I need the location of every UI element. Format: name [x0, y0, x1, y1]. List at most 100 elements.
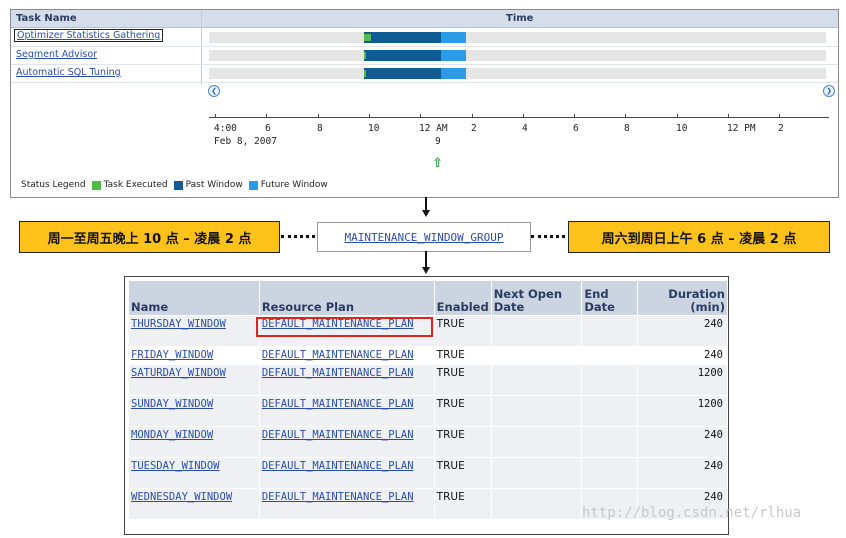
duration-cell: 240	[637, 315, 728, 347]
time-axis	[209, 117, 829, 118]
axis-tick	[523, 114, 524, 118]
task-row: Optimizer Statistics Gathering	[11, 28, 838, 47]
axis-tick-label: 6	[573, 123, 579, 134]
axis-tick	[677, 114, 678, 118]
windows-table-panel: Name Resource Plan Enabled Next Open Dat…	[124, 276, 729, 535]
end-date-cell	[581, 457, 639, 489]
next-open-date-cell	[490, 364, 583, 396]
axis-tick-label: 4	[522, 123, 528, 134]
col-duration-header: Duration (min)	[637, 280, 728, 316]
past-window-bar	[364, 68, 441, 79]
duration-cell: 240	[637, 346, 728, 365]
task-link[interactable]: Optimizer Statistics Gathering	[14, 29, 164, 42]
enabled-cell: TRUE	[433, 426, 492, 458]
legend-swatch	[91, 180, 101, 190]
task-timeline-panel: Task Name Time Optimizer Statistics Gath…	[10, 9, 839, 198]
next-open-date-cell	[490, 395, 583, 427]
table-row: SUNDAY_WINDOW DEFAULT_MAINTENANCE_PLAN TRU…	[128, 395, 728, 427]
next-open-date-cell	[490, 315, 583, 347]
task-executed-bar	[364, 34, 371, 41]
axis-tick-label: 10	[676, 123, 688, 134]
watermark: http://blog.csdn.net/rlhua	[582, 505, 802, 521]
end-date-cell	[581, 364, 639, 396]
future-window-bar	[441, 32, 466, 43]
legend-title: Status Legend	[21, 180, 86, 190]
window-name-link[interactable]: THURSDAY_WINDOW	[128, 315, 260, 347]
next-open-date-cell	[490, 488, 583, 520]
axis-tick-label: 8	[624, 123, 630, 134]
arrow-down-icon	[422, 267, 430, 274]
task-timeline-track	[209, 68, 826, 79]
task-timeline-track	[209, 32, 826, 43]
axis-tick-label: 8	[317, 123, 323, 134]
next-open-date-cell	[490, 457, 583, 489]
legend-label: Task Executed	[103, 180, 168, 190]
axis-tick	[728, 114, 729, 118]
task-name-header: Task Name	[16, 13, 77, 24]
window-name-link[interactable]: WEDNESDAY_WINDOW	[128, 488, 260, 520]
task-link[interactable]: Automatic SQL Tuning	[16, 67, 121, 78]
window-group-link[interactable]: MAINTENANCE_WINDOW_GROUP	[345, 231, 504, 244]
time-header: Time	[506, 13, 534, 24]
axis-tick	[420, 114, 421, 118]
table-row: TUESDAY_WINDOW DEFAULT_MAINTENANCE_PLAN TR…	[128, 457, 728, 489]
window-group-box: MAINTENANCE_WINDOW_GROUP	[317, 222, 531, 252]
duration-cell: 1200	[637, 395, 728, 427]
resource-plan-link[interactable]: DEFAULT_MAINTENANCE_PLAN	[258, 364, 435, 396]
axis-tick	[215, 114, 216, 118]
arrow-down-icon	[422, 210, 430, 217]
enabled-cell: TRUE	[433, 364, 492, 396]
axis-tick	[266, 114, 267, 118]
axis-tick	[625, 114, 626, 118]
table-row: MONDAY_WINDOW DEFAULT_MAINTENANCE_PLAN TRU…	[128, 426, 728, 458]
connector-top	[425, 197, 427, 210]
axis-tick-label: 12 AM	[419, 123, 448, 134]
axis-tick-label: 10	[368, 123, 380, 134]
task-timeline-track	[209, 50, 826, 61]
table-row: FRIDAY_WINDOW DEFAULT_MAINTENANCE_PLAN TRU…	[128, 346, 728, 365]
enabled-cell: TRUE	[433, 346, 492, 365]
task-link[interactable]: Segment Advisor	[16, 49, 97, 60]
window-name-link[interactable]: SATURDAY_WINDOW	[128, 364, 260, 396]
window-name-link[interactable]: TUESDAY_WINDOW	[128, 457, 260, 489]
col-enabled-header: Enabled	[433, 280, 492, 316]
connector-bottom	[425, 251, 427, 267]
future-window-bar	[441, 68, 466, 79]
axis-tick	[574, 114, 575, 118]
end-date-cell	[581, 346, 639, 365]
window-name-link[interactable]: SUNDAY_WINDOW	[128, 395, 260, 427]
timeline-header: Task Name Time	[11, 10, 838, 28]
col-plan-header: Resource Plan	[258, 280, 435, 316]
axis-tick-sublabel: 9	[435, 136, 441, 147]
axis-tick-sublabel: Feb 8, 2007	[214, 136, 277, 147]
axis-tick-label: 6	[265, 123, 271, 134]
windows-table-body: THURSDAY_WINDOW DEFAULT_MAINTENANCE_PLAN T…	[128, 315, 728, 520]
resource-plan-link[interactable]: DEFAULT_MAINTENANCE_PLAN	[258, 457, 435, 489]
dotted-connector-right	[531, 235, 565, 238]
past-window-bar	[364, 32, 441, 43]
scroll-right-icon[interactable]: ❯	[823, 85, 835, 97]
axis-tick-label: 4:00	[214, 123, 237, 134]
task-executed-bar	[364, 70, 366, 77]
current-time-arrow-icon: ⇧	[432, 156, 443, 171]
col-next-open-header: Next Open Date	[490, 280, 583, 316]
windows-table: Name Resource Plan Enabled Next Open Dat…	[128, 280, 728, 520]
enabled-cell: TRUE	[433, 395, 492, 427]
status-legend: Status Legend Task Executed Past Window Fu…	[21, 180, 328, 190]
weekday-window-label: 周一至周五晚上 10 点 – 凌晨 2 点	[19, 221, 280, 253]
task-row: Segment Advisor	[11, 46, 838, 65]
col-name-header: Name	[128, 280, 260, 316]
resource-plan-link[interactable]: DEFAULT_MAINTENANCE_PLAN	[258, 395, 435, 427]
future-window-bar	[441, 50, 466, 61]
dotted-connector-left	[281, 235, 315, 238]
resource-plan-link[interactable]: DEFAULT_MAINTENANCE_PLAN	[258, 426, 435, 458]
weekend-window-label: 周六到周日上午 6 点 – 凌晨 2 点	[568, 221, 830, 253]
resource-plan-link[interactable]: DEFAULT_MAINTENANCE_PLAN	[258, 488, 435, 520]
window-name-link[interactable]: FRIDAY_WINDOW	[128, 346, 260, 365]
window-name-link[interactable]: MONDAY_WINDOW	[128, 426, 260, 458]
legend-swatch	[248, 180, 258, 190]
scroll-left-icon[interactable]: ❮	[208, 85, 220, 97]
end-date-cell	[581, 426, 639, 458]
resource-plan-link[interactable]: DEFAULT_MAINTENANCE_PLAN	[258, 346, 435, 365]
axis-tick	[779, 114, 780, 118]
